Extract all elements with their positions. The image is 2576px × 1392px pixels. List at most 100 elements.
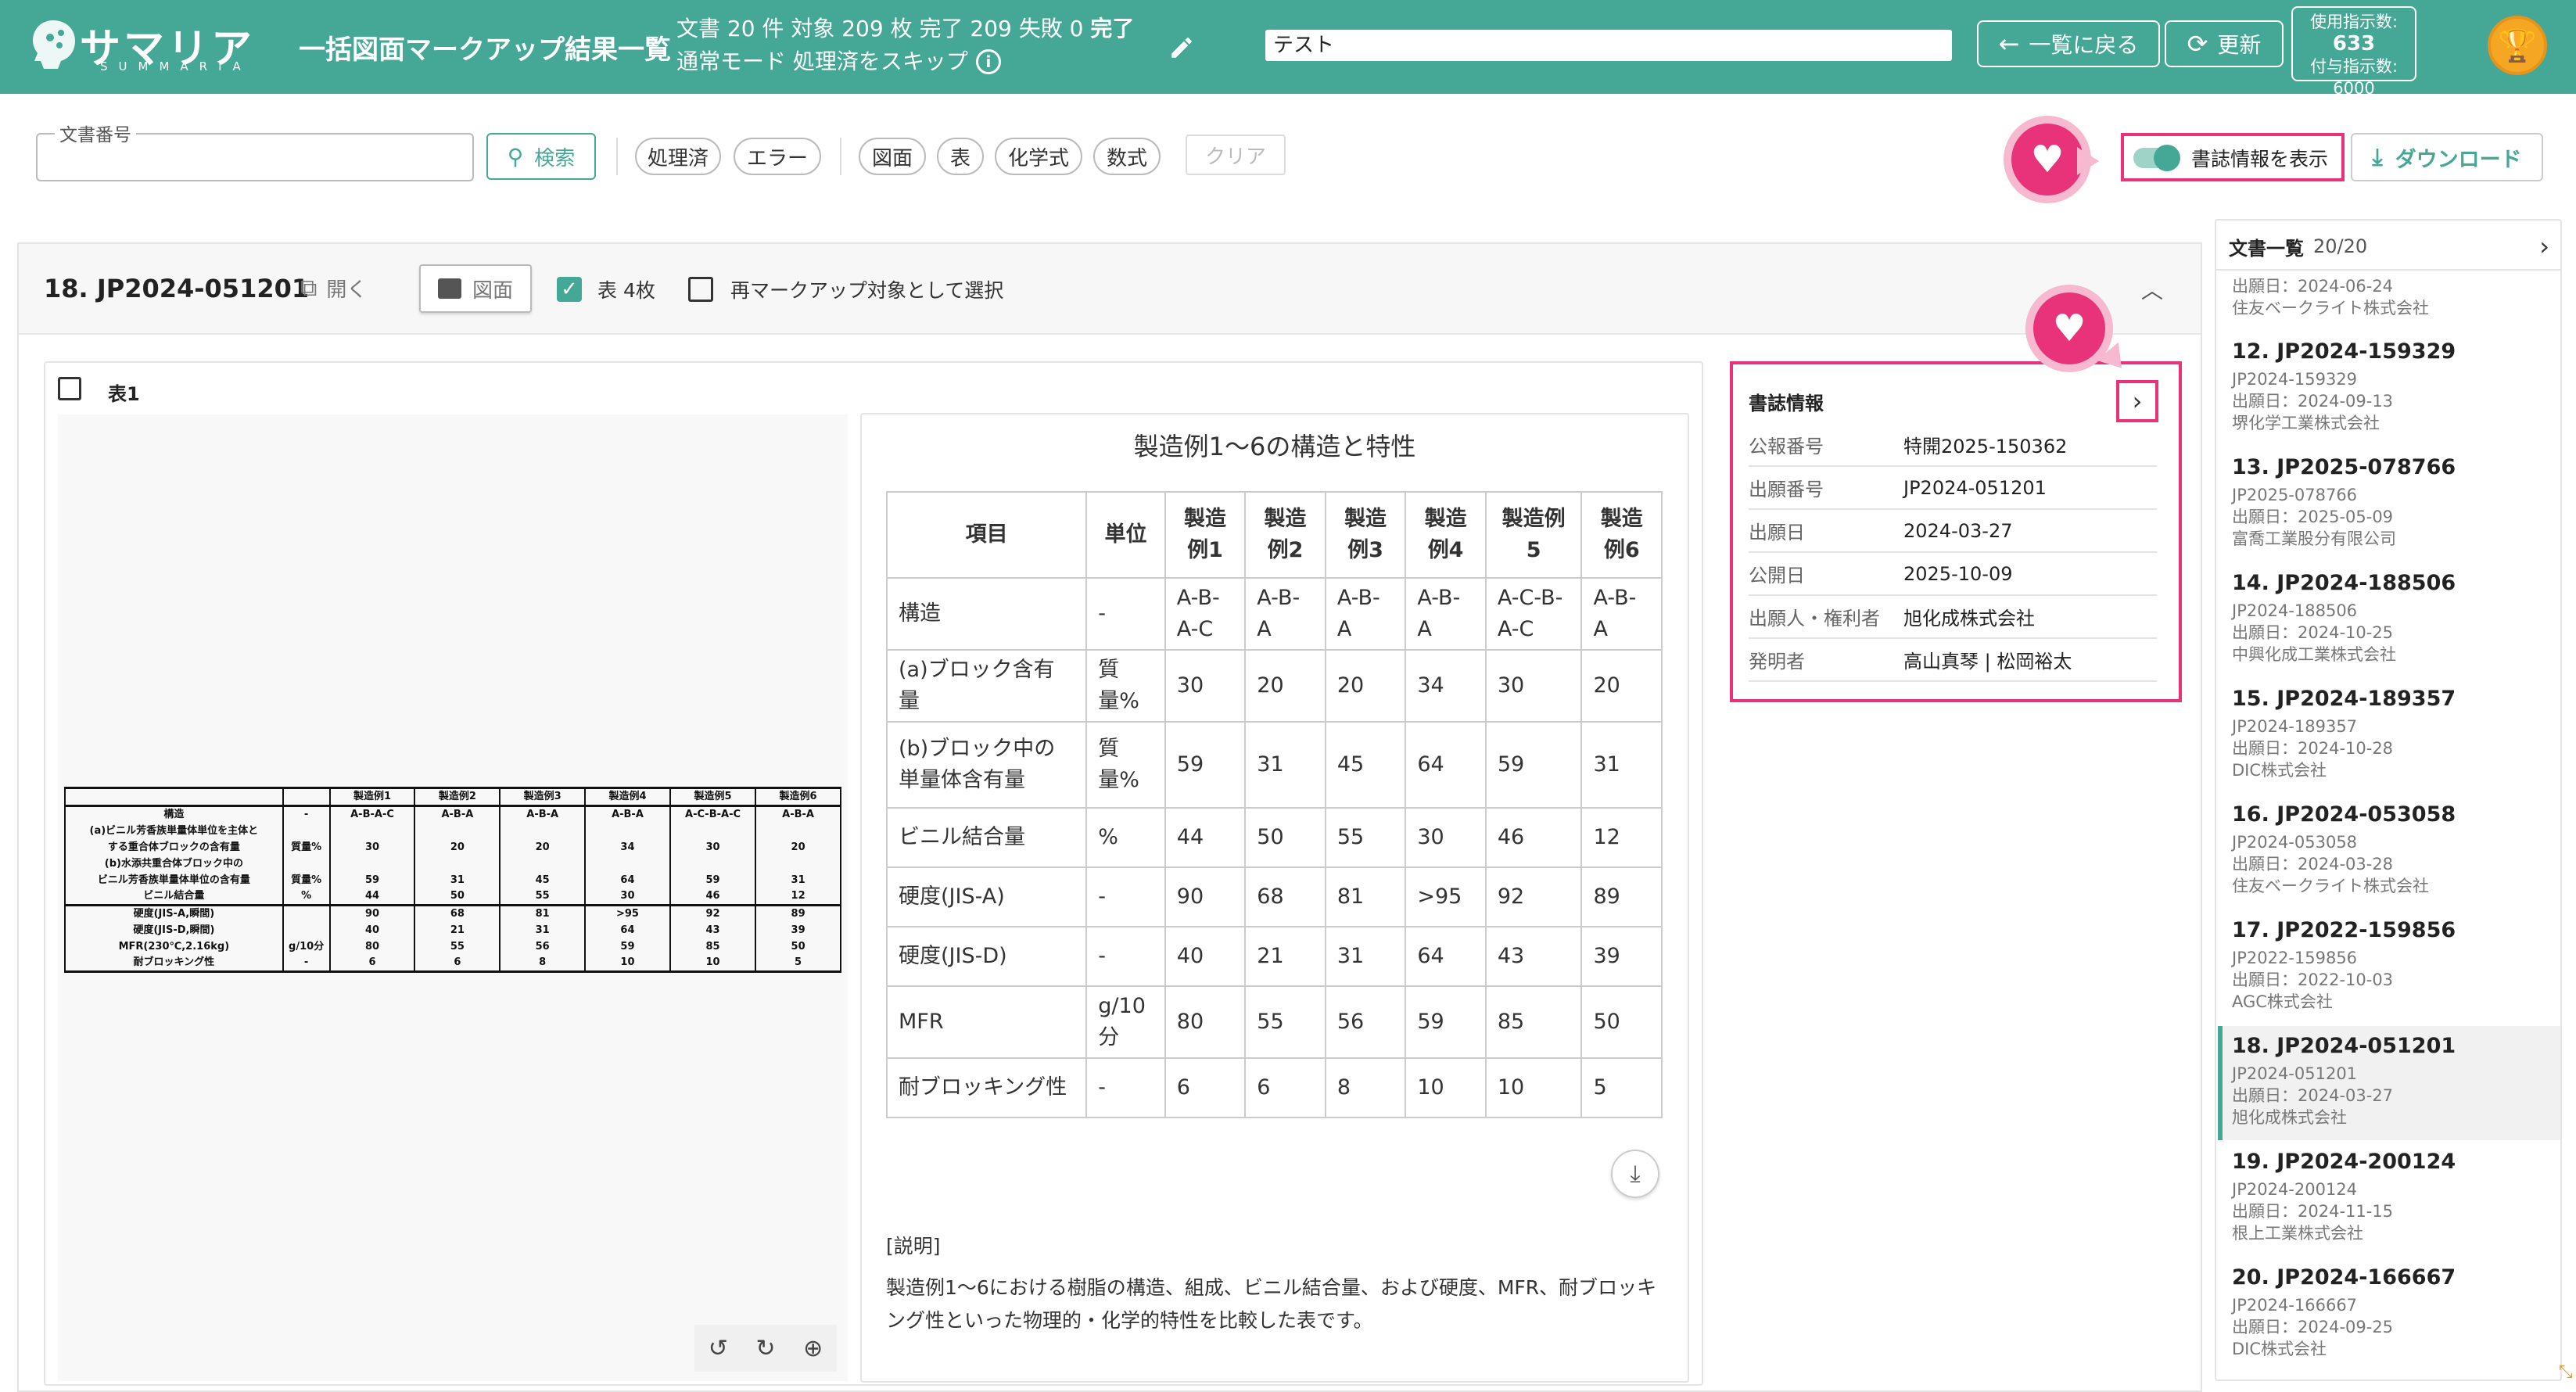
table-cell: 59 xyxy=(1405,985,1487,1059)
list-item[interactable]: 12. JP2024-159329 JP2024-159329 出願日：2024… xyxy=(2218,332,2560,446)
table-cell: 硬度(JIS-D) xyxy=(885,926,1088,987)
image-cell: 構造 xyxy=(64,805,284,823)
toggle-switch[interactable] xyxy=(2133,145,2180,171)
list-item[interactable]: 17. JP2022-159856 JP2022-159856 出願日：2022… xyxy=(2218,910,2560,1024)
bib-toggle-label: 書誌情報を表示 xyxy=(2191,148,2329,170)
trophy-icon[interactable]: 🏆 xyxy=(2488,16,2547,75)
list-item[interactable]: 16. JP2024-053058 JP2024-053058 出願日：2024… xyxy=(2218,795,2560,909)
list-item-company: 旭化成株式会社 xyxy=(2232,1108,2347,1127)
image-cell: 89 xyxy=(755,905,841,922)
image-cell xyxy=(499,856,587,872)
image-cell: 64 xyxy=(584,872,671,888)
resize-handle-icon[interactable]: ⤡ xyxy=(2559,1362,2573,1382)
image-cell: 製造例5 xyxy=(669,787,757,806)
list-item[interactable]: 19. JP2024-200124 JP2024-200124 出願日：2024… xyxy=(2218,1142,2560,1256)
image-cell: (a)ビニル芳香族単量体単位を主体と xyxy=(64,823,284,839)
list-item[interactable]: 15. JP2024-189357 JP2024-189357 出願日：2024… xyxy=(2218,679,2560,793)
bib-toggle[interactable]: 書誌情報を表示 xyxy=(2133,144,2328,172)
open-link[interactable]: ⧉ 開く xyxy=(300,274,367,303)
list-item-company: 中興化成工業株式会社 xyxy=(2232,645,2396,664)
back-to-list-button[interactable]: ← 一覧に戻る xyxy=(1977,20,2160,67)
image-row: 硬度(JIS-D,瞬間) 40 21 31 64 43 39 xyxy=(64,922,841,938)
table-download-icon[interactable]: ⤓ xyxy=(1611,1150,1659,1198)
remarkup-checkbox[interactable] xyxy=(688,277,713,302)
list-item-date: 出願日：2024-03-27 xyxy=(2232,1086,2394,1105)
image-cell: A-B-A xyxy=(499,805,587,823)
image-cell: 56 xyxy=(499,938,587,955)
image-cell: 50 xyxy=(755,938,841,955)
table-cell: 20 xyxy=(1580,649,1663,723)
list-item-title: 13. JP2025-078766 xyxy=(2232,455,2456,479)
list-item[interactable]: 18. JP2024-051201 JP2024-051201 出願日：2024… xyxy=(2218,1026,2560,1140)
table-header-cell: 項目 xyxy=(885,491,1088,579)
bib-expand-button[interactable]: › xyxy=(2116,380,2158,422)
figure-button[interactable]: 図面 xyxy=(419,264,532,313)
image-cell: MFR(230℃,2.16kg) xyxy=(64,938,284,955)
doclist-header: 文書一覧 20/20 › xyxy=(2229,231,2549,261)
table-cell: A-B-A xyxy=(1244,577,1326,651)
table-cell: 硬度(JIS-A) xyxy=(885,866,1088,927)
collapse-chevron-icon[interactable]: ︿ xyxy=(2141,274,2163,305)
bib-key: 出願人・権利者 xyxy=(1749,608,1880,630)
page-title: 一括図面マークアップ結果一覧 xyxy=(299,34,671,66)
type-chemical[interactable]: 化学式 xyxy=(995,138,1082,175)
table-cell: 30 xyxy=(1164,649,1247,723)
table-cell: 31 xyxy=(1244,721,1326,809)
list-item-date: 出願日：2024-03-28 xyxy=(2232,855,2394,874)
image-cell: 製造例2 xyxy=(414,787,501,806)
table-cell: 20 xyxy=(1244,649,1326,723)
image-row: 硬度(JIS-A,瞬間) 90 68 81 >95 92 89 xyxy=(64,905,841,922)
table-count-checkbox[interactable]: ✓ xyxy=(557,277,582,302)
list-item[interactable]: 13. JP2025-078766 JP2025-078766 出願日：2025… xyxy=(2218,447,2560,561)
edit-pencil-icon[interactable] xyxy=(1168,34,1195,61)
table-cell: 50 xyxy=(1580,985,1663,1059)
table-cell: ビニル結合量 xyxy=(885,807,1088,868)
table-row: 構造 - A-B-A-C A-B-A A-B-A A-B-A A-C-B-A-C A-B-A xyxy=(885,577,1663,651)
stats-mode: 通常モード 処理済をスキップ xyxy=(676,48,968,74)
rotate-right-icon[interactable]: ↻ xyxy=(755,1335,775,1362)
clear-button[interactable]: クリア xyxy=(1186,135,1286,175)
filter-processed[interactable]: 処理済 xyxy=(635,138,721,175)
doclist-divider xyxy=(2216,269,2560,271)
image-cell: 製造例4 xyxy=(584,787,671,806)
type-figure[interactable]: 図面 xyxy=(859,138,926,175)
chevron-right-icon[interactable]: › xyxy=(2539,231,2549,261)
table-cell: MFR xyxy=(885,985,1088,1059)
bib-key: 公開日 xyxy=(1749,565,1805,587)
search-button[interactable]: ⚲ 検索 xyxy=(486,133,596,180)
list-item-company: 富喬工業股分有限公司 xyxy=(2232,529,2396,548)
table-cell: A-C-B-A-C xyxy=(1484,577,1583,651)
list-item[interactable]: 14. JP2024-188506 JP2024-188506 出願日：2024… xyxy=(2218,563,2560,677)
rotate-left-icon[interactable]: ↺ xyxy=(709,1335,728,1362)
bib-value: JP2024-051201 xyxy=(1903,476,2047,499)
image-cell: 30 xyxy=(328,839,416,856)
info-icon[interactable]: i xyxy=(975,49,1001,74)
list-item[interactable]: 20. JP2024-166667 JP2024-166667 出願日：2024… xyxy=(2218,1257,2560,1372)
refresh-icon: ⟳ xyxy=(2187,29,2208,59)
filter-error[interactable]: エラー xyxy=(734,138,821,175)
list-item-partial[interactable]: 出願日：2024-06-24 住友ベークライト株式会社 xyxy=(2218,275,2560,319)
table-cell: 8 xyxy=(1324,1057,1407,1118)
image-cell: 製造例3 xyxy=(499,787,587,806)
logo[interactable]: サマリア SUMMARIA xyxy=(30,16,257,74)
table-cell: 85 xyxy=(1484,985,1583,1059)
zoom-in-icon[interactable]: ⊕ xyxy=(803,1335,823,1362)
table-cell: - xyxy=(1085,866,1166,927)
list-item-company: 堺化学工業株式会社 xyxy=(2232,414,2380,432)
image-cell: A-B-A xyxy=(755,805,841,823)
image-cell: 59 xyxy=(669,872,757,888)
image-cell: 製造例6 xyxy=(755,787,841,806)
image-cell: 39 xyxy=(755,922,841,938)
image-row: する重合体ブロックの含有量 質量% 30 20 20 34 30 20 xyxy=(64,839,841,856)
type-math[interactable]: 数式 xyxy=(1093,138,1161,175)
table-cell: 耐ブロッキング性 xyxy=(885,1057,1088,1118)
image-cell: (b)水添共重合体ブロック中の xyxy=(64,856,284,872)
table-cell: 31 xyxy=(1580,721,1663,809)
image-cell xyxy=(414,823,501,839)
refresh-button[interactable]: ⟳ 更新 xyxy=(2165,20,2284,67)
table-select-checkbox[interactable] xyxy=(58,377,81,400)
heart-icon: ♥ xyxy=(2033,292,2105,364)
batch-name-input[interactable]: テスト xyxy=(1265,30,1952,61)
download-button[interactable]: ⤓ ダウンロード xyxy=(2351,133,2543,181)
type-table[interactable]: 表 xyxy=(937,138,984,175)
